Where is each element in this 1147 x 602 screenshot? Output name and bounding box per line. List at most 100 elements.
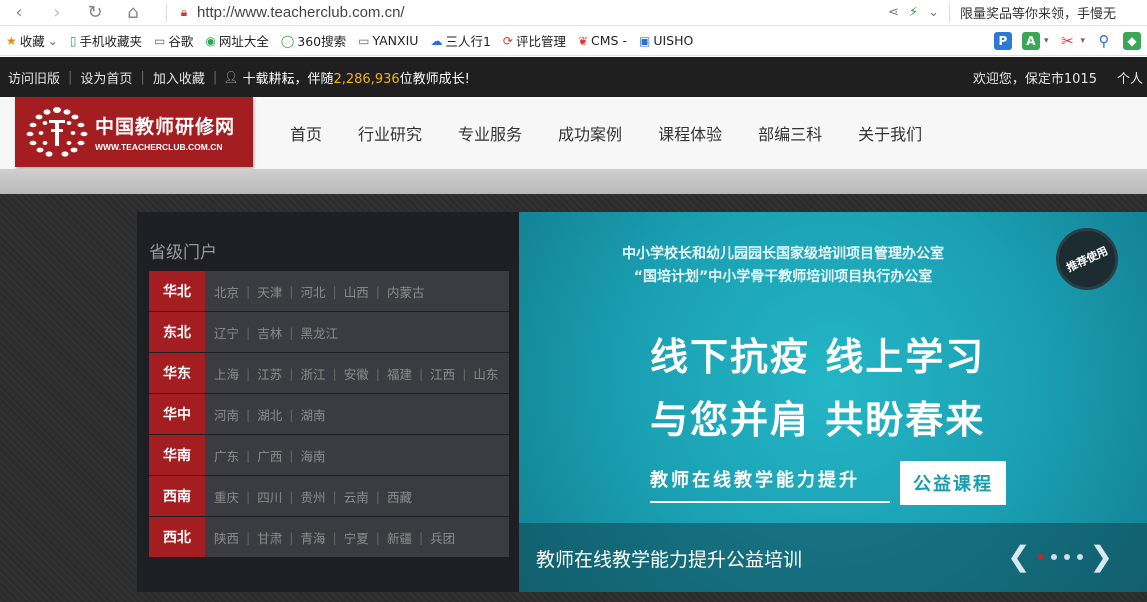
bookmark-item[interactable]: ❦ CMS - bbox=[572, 33, 633, 48]
logo-title: 中国教师研修网 bbox=[95, 116, 236, 138]
province-link[interactable]: 甘肃 bbox=[257, 528, 282, 547]
cloud-icon: ☁︎ bbox=[430, 33, 443, 48]
province-link[interactable]: 湖南 bbox=[300, 405, 325, 424]
region-label[interactable]: 华东 bbox=[149, 353, 205, 393]
bookmark-item[interactable]: ▭ YANXIU bbox=[352, 33, 424, 48]
bookmark-item[interactable]: ◯ 360搜索 bbox=[275, 31, 352, 50]
province-link[interactable]: 黑龙江 bbox=[300, 323, 338, 342]
province-link[interactable]: 福建 bbox=[387, 364, 412, 383]
banner-caption-bar: 教师在线教学能力提升公益培训 ❮ ❯ bbox=[519, 523, 1147, 592]
chevron-down-icon[interactable]: ▾ bbox=[1044, 36, 1049, 46]
province-links: 河南 | 湖北 | 湖南 bbox=[214, 405, 326, 424]
province-link[interactable]: 新疆 bbox=[387, 528, 412, 547]
reload-button[interactable]: ↻ bbox=[76, 0, 114, 26]
province-link[interactable]: 吉林 bbox=[257, 323, 282, 342]
bookmark-item[interactable]: ▭ 谷歌 bbox=[148, 31, 199, 50]
teacher-count: 2,286,936 bbox=[333, 71, 400, 87]
nav-item-about[interactable]: 关于我们 bbox=[840, 121, 940, 145]
nav-item-home[interactable]: 首页 bbox=[272, 121, 340, 145]
province-link[interactable]: 青海 bbox=[300, 528, 325, 547]
province-link[interactable]: 河南 bbox=[214, 405, 239, 424]
province-link[interactable]: 河北 bbox=[300, 282, 325, 301]
province-link[interactable]: 江苏 bbox=[257, 364, 282, 383]
chevron-down-icon[interactable]: ⌄ bbox=[928, 5, 939, 20]
carousel-prev-icon[interactable]: ❮ bbox=[1007, 543, 1030, 571]
personal-center-link[interactable]: 个人 bbox=[1117, 68, 1143, 87]
search-icon[interactable]: ⚲ bbox=[1095, 32, 1113, 50]
province-link[interactable]: 广东 bbox=[214, 446, 239, 465]
recommended-badge: 推荐使用 bbox=[1056, 228, 1118, 290]
province-link[interactable]: 广西 bbox=[257, 446, 282, 465]
carousel-dot[interactable] bbox=[1050, 554, 1057, 560]
old-version-link[interactable]: 访问旧版 bbox=[0, 68, 68, 87]
province-link[interactable]: 重庆 bbox=[214, 487, 239, 506]
province-link[interactable]: 山东 bbox=[473, 364, 498, 383]
reload-icon: ↻ bbox=[87, 2, 103, 23]
banner-caption[interactable]: 教师在线教学能力提升公益培训 bbox=[536, 545, 802, 572]
nav-item-three-subjects[interactable]: 部编三科 bbox=[740, 121, 840, 145]
province-link[interactable]: 湖北 bbox=[257, 405, 282, 424]
province-link[interactable]: 陕西 bbox=[214, 528, 239, 547]
region-label[interactable]: 东北 bbox=[149, 312, 205, 352]
bolt-icon[interactable]: ⚡︎ bbox=[909, 5, 918, 20]
carousel-controls: ❮ ❯ bbox=[1007, 543, 1113, 571]
province-link[interactable]: 北京 bbox=[214, 282, 239, 301]
province-link[interactable]: 江西 bbox=[430, 364, 455, 383]
carousel-dot[interactable] bbox=[1037, 554, 1044, 560]
province-link[interactable]: 宁夏 bbox=[344, 528, 369, 547]
hero-banner[interactable]: 中小学校长和幼儿园园长国家级培训项目管理办公室 “国培计划”中小学骨干教师培训项… bbox=[519, 212, 1147, 592]
bookmark-item[interactable]: ⟳ 评比管理 bbox=[497, 31, 572, 50]
province-link[interactable]: 辽宁 bbox=[214, 323, 239, 342]
translate-extension-icon[interactable]: A bbox=[1021, 32, 1040, 50]
refresh-icon: ⟳ bbox=[502, 33, 513, 48]
bookmark-item[interactable]: ☁︎ 三人行1 bbox=[424, 31, 496, 50]
share-icon[interactable]: ⋖ bbox=[888, 5, 899, 20]
province-link[interactable]: 天津 bbox=[257, 282, 282, 301]
region-label[interactable]: 华中 bbox=[149, 394, 205, 434]
bookmark-item[interactable]: ▯ 手机收藏夹 bbox=[64, 31, 148, 50]
province-link[interactable]: 云南 bbox=[344, 487, 369, 506]
carousel-dot[interactable] bbox=[1076, 554, 1083, 560]
nav-item-industry-research[interactable]: 行业研究 bbox=[340, 121, 440, 145]
province-link[interactable]: 安徽 bbox=[344, 364, 369, 383]
star-icon: ★ bbox=[6, 33, 17, 48]
region-label[interactable]: 西北 bbox=[149, 517, 205, 557]
province-link[interactable]: 兵团 bbox=[430, 528, 455, 547]
bookmark-item[interactable]: ▣ UISHO bbox=[633, 33, 699, 48]
add-favorite-link[interactable]: 加入收藏 bbox=[145, 68, 213, 87]
welcome-user[interactable]: 欢迎您，保定市1015 bbox=[973, 68, 1097, 87]
set-home-link[interactable]: 设为首页 bbox=[72, 68, 140, 87]
bookmark-item[interactable]: ◉ 网址大全 bbox=[199, 31, 275, 50]
nav-item-course-trial[interactable]: 课程体验 bbox=[640, 121, 740, 145]
bookmark-item[interactable]: ★ 收藏 ⌄ bbox=[0, 31, 64, 50]
nav-item-services[interactable]: 专业服务 bbox=[440, 121, 540, 145]
window-icon: ▣ bbox=[638, 33, 651, 48]
p-extension-icon[interactable]: P bbox=[993, 32, 1012, 50]
chevron-down-icon[interactable]: ▾ bbox=[1080, 36, 1085, 46]
region-label[interactable]: 华南 bbox=[149, 435, 205, 475]
banner-tag: 公益课程 bbox=[900, 461, 1006, 505]
province-link[interactable]: 四川 bbox=[257, 487, 282, 506]
nav-item-cases[interactable]: 成功案例 bbox=[540, 121, 640, 145]
province-link[interactable]: 浙江 bbox=[300, 364, 325, 383]
scissors-icon[interactable]: ✂︎ bbox=[1058, 32, 1076, 50]
province-link[interactable]: 上海 bbox=[214, 364, 239, 383]
game-extension-icon[interactable]: ◆ bbox=[1123, 32, 1141, 50]
forward-button[interactable]: › bbox=[38, 0, 76, 26]
region-label[interactable]: 西南 bbox=[149, 476, 205, 516]
promo-text[interactable]: 限量奖品等你来领，手慢无 bbox=[949, 3, 1139, 22]
banner-org-line2: “国培计划”中小学骨干教师培训项目执行办公室 bbox=[633, 269, 933, 285]
home-button[interactable]: ⌂ bbox=[114, 0, 152, 26]
province-link[interactable]: 海南 bbox=[300, 446, 325, 465]
province-link[interactable]: 内蒙古 bbox=[387, 282, 425, 301]
province-link[interactable]: 西藏 bbox=[387, 487, 412, 506]
back-button[interactable]: ‹ bbox=[0, 0, 38, 26]
region-label[interactable]: 华北 bbox=[149, 271, 205, 311]
carousel-dot[interactable] bbox=[1063, 554, 1070, 560]
site-logo[interactable]: 中国教师研修网 WWW.TEACHERCLUB.COM.CN bbox=[15, 97, 253, 167]
carousel-next-icon[interactable]: ❯ bbox=[1090, 543, 1113, 571]
province-link[interactable]: 贵州 bbox=[300, 487, 325, 506]
url-input[interactable]: http://www.teacherclub.com.cn/ bbox=[197, 4, 888, 21]
province-link[interactable]: 山西 bbox=[344, 282, 369, 301]
province-links: 陕西 | 甘肃 | 青海 | 宁夏 | 新疆 | 兵团 bbox=[214, 528, 456, 547]
